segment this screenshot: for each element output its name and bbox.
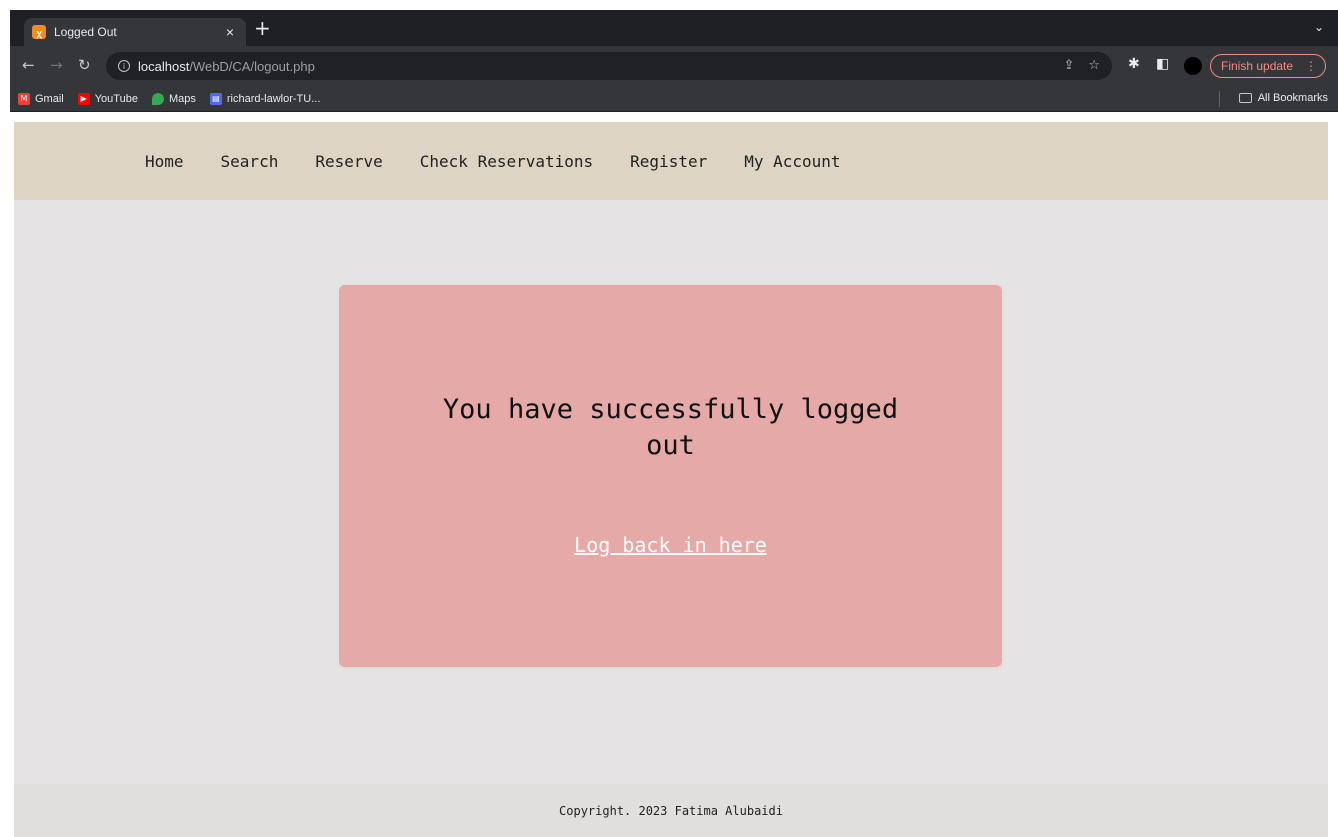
forward-icon[interactable]: → [50,56,63,74]
side-panel-icon[interactable]: ◧ [1156,56,1169,72]
new-tab-icon[interactable]: + [254,18,271,38]
bookmark-gmail[interactable]: M Gmail [18,92,64,105]
reload-icon[interactable]: ↻ [78,56,91,74]
maps-pin-icon [151,92,164,105]
bookmark-maps[interactable]: Maps [151,92,196,105]
address-bar[interactable]: i localhost/WebD/CA/logout.php ⇪ ☆ [106,52,1112,80]
nav-search[interactable]: Search [221,152,279,171]
nav-reserve[interactable]: Reserve [315,152,382,171]
nav-my-account[interactable]: My Account [744,152,840,171]
page-viewport: Home Search Reserve Check Reservations R… [14,122,1328,837]
address-bar-actions: ⇪ ☆ [1063,58,1100,73]
more-menu-icon[interactable]: ⋮ [1305,59,1317,73]
site-icon: ▤ [209,92,222,105]
share-icon[interactable]: ⇪ [1063,58,1074,73]
close-tab-icon[interactable]: × [222,24,238,40]
xampp-favicon-icon: ꭓ [32,25,46,39]
tab-title: Logged Out [54,25,117,39]
page-footer: Copyright. 2023 Fatima Alubaidi [14,784,1328,837]
browser-toolbar: ← → ↻ i localhost/WebD/CA/logout.php ⇪ ☆… [10,46,1338,86]
folder-icon [1238,93,1252,103]
gmail-icon: M [18,92,30,105]
logout-card: You have successfully logged out Log bac… [339,285,1002,667]
site-info-icon[interactable]: i [118,60,130,72]
finish-update-button[interactable]: Finish update ⋮ [1210,54,1326,78]
tab-strip: ꭓ Logged Out × + ⌄ [10,10,1338,46]
url-text: localhost/WebD/CA/logout.php [138,58,315,74]
bookmark-richard-lawlor[interactable]: ▤ richard-lawlor-TU... [209,92,320,105]
bookmark-youtube[interactable]: ▶ YouTube [77,92,138,105]
site-navbar: Home Search Reserve Check Reservations R… [14,122,1328,200]
nav-register[interactable]: Register [630,152,707,171]
logout-message: You have successfully logged out [442,394,899,461]
bookmarks-bar: M Gmail ▶ YouTube Maps ▤ richard-lawlor-… [10,86,1338,112]
chevron-down-icon[interactable]: ⌄ [1314,20,1324,34]
log-back-in-link[interactable]: Log back in here [339,533,1002,557]
copyright-text: Copyright. 2023 Fatima Alubaidi [559,803,783,818]
youtube-icon: ▶ [77,92,90,105]
tab-logged-out[interactable]: ꭓ Logged Out × [24,18,246,46]
bookmark-star-icon[interactable]: ☆ [1088,58,1100,73]
extensions-icon[interactable]: ✱ [1128,56,1140,72]
browser-window: ꭓ Logged Out × + ⌄ ← → ↻ i localhost/Web… [0,0,1338,837]
back-icon[interactable]: ← [22,56,35,74]
all-bookmarks-button[interactable]: All Bookmarks [1238,92,1328,104]
nav-check-reservations[interactable]: Check Reservations [420,152,593,171]
nav-home[interactable]: Home [145,152,184,171]
avatar[interactable] [1184,57,1202,75]
bookmarks-divider [1219,91,1220,107]
